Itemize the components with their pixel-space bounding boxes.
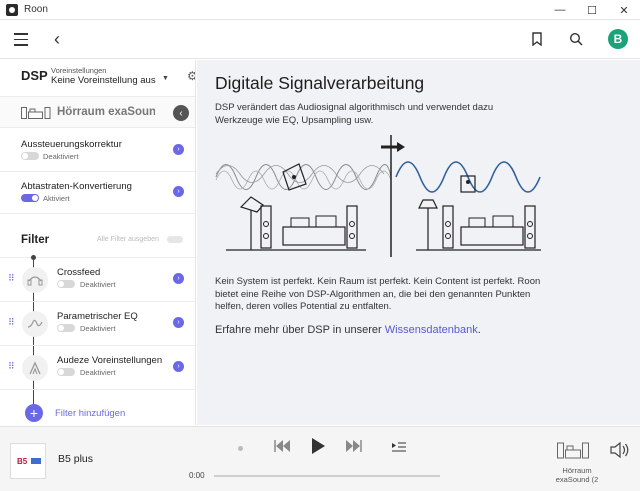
setting-abtastraten-konvertierung[interactable]: Abtastraten-Konvertierung Aktiviert › (0, 172, 195, 214)
play-icon[interactable] (310, 437, 326, 455)
dsp-header: DSP Voreinstellungen Keine Voreinstellun… (0, 60, 195, 96)
filter-item-audeze[interactable]: ⠿ Audeze Voreinstellungen Deaktiviert › (0, 346, 195, 390)
intro-text: DSP verändert das Audiosignal algorithmi… (215, 102, 494, 126)
dsp-label: DSP (21, 68, 48, 83)
window-titlebar: Roon — ☐ ✕ (0, 0, 640, 20)
elapsed-time: 0:00 (189, 471, 205, 480)
setting-toggle[interactable] (21, 194, 39, 202)
filter-name: Crossfeed (57, 267, 101, 278)
hide-all-filters-label: Alle Filter ausgeben (97, 236, 159, 243)
menu-icon[interactable] (14, 33, 28, 46)
add-filter-label[interactable]: Filter hinzufügen (55, 408, 125, 419)
body-text: Kein System ist perfekt. Kein Raum ist p… (215, 276, 541, 312)
filter-header: Filter Alle Filter ausgeben (0, 220, 195, 258)
drag-handle-icon[interactable]: ⠿ (8, 273, 15, 284)
add-filter-button[interactable]: + Filter hinzufügen (0, 400, 195, 425)
volume-icon[interactable] (610, 442, 630, 458)
drag-handle-icon[interactable]: ⠿ (8, 317, 15, 328)
hide-all-filters-toggle[interactable] (167, 236, 183, 243)
learn-more-suffix: . (477, 324, 481, 336)
filter-name: Parametrischer EQ (57, 311, 138, 322)
audeze-logo-icon (22, 355, 48, 381)
crossfeed-icon (22, 267, 48, 293)
app-topbar: ‹ B (0, 21, 640, 59)
preset-caption: Voreinstellungen (51, 66, 107, 75)
plus-icon[interactable]: + (25, 404, 43, 422)
queue-icon[interactable] (392, 441, 406, 453)
drag-handle-icon[interactable]: ⠿ (8, 361, 15, 372)
window-controls: — ☐ ✕ (544, 0, 640, 20)
player-bar: B5 B5 plus 0:00 Hörraum exaSound (2 (0, 426, 640, 491)
dsp-info-panel: Digitale Signalverarbeitung DSP veränder… (197, 60, 640, 425)
filter-item-parametric-eq[interactable]: ⠿ Parametrischer EQ Deaktiviert › (0, 302, 195, 346)
setting-title: Abtastraten-Konvertierung (21, 181, 132, 192)
knowledge-base-link[interactable]: Wissensdatenbank (385, 324, 478, 336)
preset-dropdown[interactable]: Keine Voreinstellung ausgewählt (51, 75, 156, 86)
filter-title: Filter (21, 234, 50, 246)
gear-icon[interactable]: ⚙ (187, 69, 195, 83)
filter-toggle[interactable] (57, 280, 75, 288)
back-arrow-icon[interactable]: ‹ (54, 30, 60, 48)
filter-state: Deaktiviert (80, 368, 116, 377)
chevron-right-icon[interactable]: › (173, 186, 184, 197)
learn-more-line: Erfahre mehr über DSP in unserer Wissens… (215, 324, 481, 336)
collapse-icon[interactable]: ‹ (173, 105, 189, 121)
filter-state: Deaktiviert (80, 324, 116, 333)
filter-item-crossfeed[interactable]: ⠿ Crossfeed Deaktiviert › (0, 258, 195, 302)
minimize-button[interactable]: — (544, 0, 576, 20)
learn-more-prefix: Erfahre mehr über DSP in unserer (215, 324, 385, 336)
next-track-icon[interactable] (346, 440, 362, 452)
chevron-down-icon[interactable]: ▼ (162, 75, 169, 82)
zone-row: Hörraum exaSound ‹ (0, 96, 195, 128)
setting-aussteuerungskorrektur[interactable]: Aussteuerungskorrektur Deaktiviert › (0, 130, 195, 172)
chevron-right-icon[interactable]: › (173, 273, 184, 284)
eq-curve-icon (22, 311, 48, 337)
roon-app-icon (6, 3, 18, 16)
filter-state: Deaktiviert (80, 280, 116, 289)
seek-bar[interactable] (214, 475, 440, 477)
chevron-right-icon[interactable]: › (173, 361, 184, 372)
track-title[interactable]: B5 plus (58, 453, 93, 465)
cover-badge (31, 458, 41, 464)
close-button[interactable]: ✕ (608, 0, 640, 20)
setting-toggle[interactable] (21, 152, 39, 160)
previous-track-icon[interactable] (274, 440, 290, 452)
user-avatar[interactable]: B (608, 29, 628, 49)
dsp-sidebar: DSP Voreinstellungen Keine Voreinstellun… (0, 60, 196, 425)
setting-state: Aktiviert (43, 194, 70, 203)
setting-title: Aussteuerungskorrektur (21, 139, 122, 150)
filter-toggle[interactable] (57, 324, 75, 332)
dsp-illustration (215, 135, 541, 257)
audio-system-icon[interactable] (557, 441, 589, 459)
page-title: Digitale Signalverarbeitung (215, 73, 425, 93)
zone-name: Hörraum exaSound (57, 106, 155, 118)
filter-name: Audeze Voreinstellungen (57, 355, 163, 366)
radio-dot-icon[interactable] (238, 446, 243, 451)
chevron-right-icon[interactable]: › (173, 144, 184, 155)
album-cover[interactable]: B5 (10, 443, 46, 479)
audio-system-icon (21, 107, 51, 119)
filter-toggle[interactable] (57, 368, 75, 376)
chevron-right-icon[interactable]: › (173, 317, 184, 328)
window-title: Roon (24, 4, 48, 15)
cover-text: B5 (17, 457, 28, 466)
zone-label[interactable]: Hörraum exaSound (2 (548, 466, 606, 484)
maximize-button[interactable]: ☐ (576, 0, 608, 20)
setting-state: Deaktiviert (43, 152, 79, 161)
search-icon[interactable] (569, 32, 583, 46)
bookmark-icon[interactable] (531, 32, 543, 46)
